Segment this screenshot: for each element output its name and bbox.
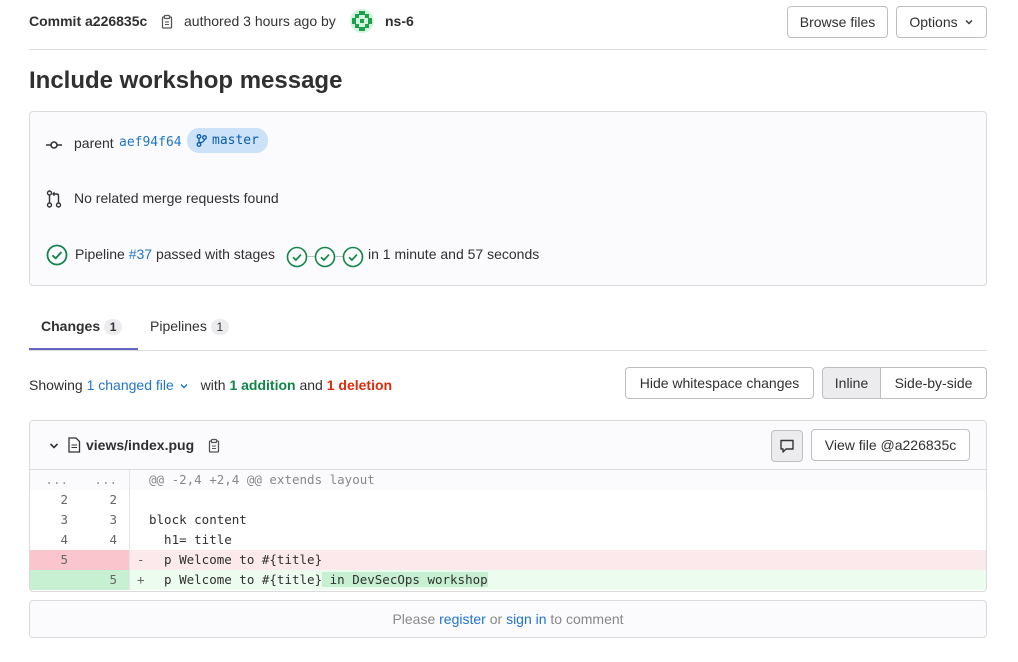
diff-line-context: 3 3 block content — [30, 510, 986, 530]
merge-requests-text: No related merge requests found — [74, 190, 279, 206]
new-line-number[interactable]: 4 — [80, 530, 130, 550]
diff-plus-sign: + — [137, 572, 145, 587]
diff-line-highlight: in DevSecOps workshop — [322, 572, 488, 587]
tab-pipelines-count: 1 — [210, 319, 229, 335]
commit-title: Include workshop message — [29, 67, 343, 94]
side-by-side-view-button[interactable]: Side-by-side — [880, 367, 987, 399]
comment-icon — [779, 438, 795, 454]
new-line-number[interactable]: 3 — [80, 510, 130, 530]
options-label: Options — [909, 14, 958, 30]
diff-line-context: 4 4 h1= title — [30, 530, 986, 550]
browse-files-button[interactable]: Browse files — [787, 6, 888, 38]
new-line-number[interactable]: 5 — [80, 570, 130, 590]
showing-label: Showing — [29, 377, 83, 393]
new-line-number: ... — [80, 470, 130, 490]
branch-name: master — [212, 133, 259, 148]
collapse-chevron-icon[interactable] — [48, 440, 60, 452]
diff-line-text: @@ -2,4 +2,4 @@ extends layout — [149, 472, 375, 487]
file-icon — [67, 437, 81, 453]
stage-1-success-icon[interactable] — [286, 246, 308, 268]
diff-line-text: block content — [149, 512, 247, 527]
sign-in-link[interactable]: sign in — [506, 611, 546, 627]
diff-line-match: ... ... @@ -2,4 +2,4 @@ extends layout — [30, 470, 986, 490]
comments-toggle-button[interactable] — [771, 430, 803, 462]
with-label: with — [200, 377, 226, 393]
diff-line-text: p Welcome to #{title} — [149, 552, 323, 567]
or-text: or — [489, 611, 503, 627]
stage-2-success-icon[interactable] — [314, 246, 336, 268]
file-path[interactable]: views/index.pug — [86, 437, 194, 453]
diff-file-header: views/index.pug View file @a226835c — [30, 421, 986, 470]
tab-changes-count: 1 — [104, 319, 123, 335]
view-file-button[interactable]: View file @a226835c — [811, 429, 970, 461]
old-line-number[interactable]: 2 — [30, 490, 80, 510]
parent-label: parent — [74, 135, 114, 151]
inline-view-button[interactable]: Inline — [822, 367, 881, 399]
branch-badge[interactable]: master — [187, 128, 268, 153]
old-line-number: ... — [45, 472, 68, 487]
new-line-number[interactable]: 2 — [80, 490, 130, 510]
diff-line-text: p Welcome to #{title} in DevSecOps works… — [145, 570, 488, 590]
diff-file: views/index.pug View file @a226835c ... … — [29, 420, 987, 592]
diff-summary: Showing 1 changed file with 1 addition a… — [29, 377, 392, 393]
tab-pipelines-label: Pipelines — [150, 318, 207, 334]
header-divider — [29, 49, 987, 50]
tab-pipelines[interactable]: Pipelines 1 — [150, 318, 229, 335]
pipeline-label: Pipeline — [75, 246, 125, 262]
diff-line-text: h1= title — [149, 532, 232, 547]
commit-label: Commit a226835c — [29, 13, 148, 29]
old-line-number[interactable]: 5 — [30, 550, 80, 570]
diff-line-context: 2 2 — [30, 490, 986, 510]
pipeline-duration-text: in 1 minute and 57 seconds — [368, 246, 540, 262]
merge-request-icon — [46, 190, 62, 208]
additions-count: 1 addition — [229, 377, 296, 393]
options-dropdown-button[interactable]: Options — [896, 6, 987, 38]
diff-line-text — [145, 490, 149, 510]
tab-changes-label: Changes — [41, 318, 101, 334]
author-name-link[interactable]: ns-6 — [385, 13, 414, 29]
diff-line-removed: 5 - p Welcome to #{title} — [30, 550, 986, 570]
tab-changes[interactable]: Changes 1 — [41, 318, 123, 335]
new-line-number[interactable] — [80, 550, 130, 570]
to-comment-text: to comment — [550, 611, 624, 627]
please-text: Please — [392, 611, 436, 627]
hide-whitespace-button[interactable]: Hide whitespace changes — [625, 367, 814, 399]
chevron-down-icon[interactable] — [179, 381, 189, 391]
old-line-number[interactable]: 4 — [30, 530, 80, 550]
old-line-number[interactable] — [30, 570, 80, 590]
side-by-side-label: Side-by-side — [894, 375, 973, 391]
chevron-down-icon — [964, 17, 974, 27]
commit-icon — [46, 137, 62, 153]
tabs-divider — [29, 350, 987, 351]
diff-line-unchanged-part: p Welcome to #{title} — [149, 572, 323, 587]
diff-minus-sign: - — [137, 552, 145, 567]
pipeline-status-success-icon[interactable] — [46, 244, 68, 266]
comment-prompt: Please register or sign in to comment — [29, 600, 987, 638]
copy-path-icon[interactable] — [206, 438, 222, 454]
inline-label: Inline — [834, 375, 869, 391]
deletions-count: 1 deletion — [326, 377, 393, 393]
branch-icon — [196, 134, 207, 147]
register-link[interactable]: register — [439, 611, 486, 627]
browse-files-label: Browse files — [799, 14, 876, 30]
changed-files-dropdown[interactable]: 1 changed file — [87, 377, 174, 393]
parent-sha-link[interactable]: aef94f64 — [119, 135, 182, 150]
pipeline-id-link[interactable]: #37 — [129, 246, 152, 262]
old-line-number[interactable]: 3 — [30, 510, 80, 530]
tab-active-indicator — [29, 348, 138, 350]
pipeline-status-text: passed with stages — [155, 246, 276, 262]
copy-sha-icon[interactable] — [159, 14, 175, 30]
view-file-label: View file @a226835c — [824, 437, 957, 453]
author-avatar[interactable] — [350, 9, 374, 33]
stage-3-success-icon[interactable] — [342, 246, 364, 268]
diff-line-added: 5 + p Welcome to #{title} in DevSecOps w… — [30, 570, 986, 590]
hide-whitespace-label: Hide whitespace changes — [639, 375, 800, 391]
authored-text: authored 3 hours ago by — [184, 13, 336, 29]
pipeline-summary: Pipeline #37 passed with stages — [75, 246, 275, 262]
and-label: and — [299, 377, 323, 393]
